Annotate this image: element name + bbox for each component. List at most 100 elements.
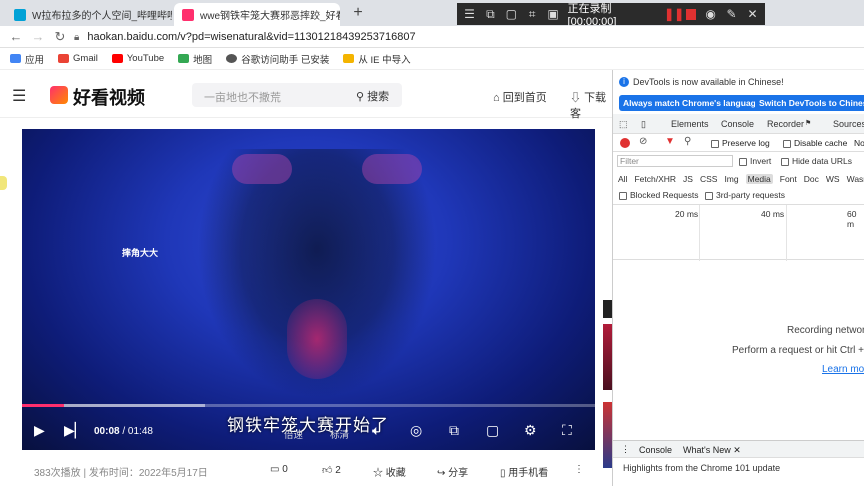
search-icon[interactable]: ⚲: [684, 136, 691, 147]
invert-checkbox[interactable]: Invert: [739, 156, 771, 166]
type-media[interactable]: Media: [745, 174, 773, 184]
throttle-select[interactable]: No: [854, 138, 864, 148]
forward-icon[interactable]: →: [30, 29, 46, 45]
bookmark-apps[interactable]: 应用: [10, 52, 44, 66]
match-language-button[interactable]: Always match Chrome's language: [619, 95, 765, 111]
list-item[interactable]: [603, 402, 612, 468]
tab-recorder[interactable]: Recorder: [767, 119, 804, 129]
close-icon[interactable]: ✕: [746, 7, 759, 21]
mouse-cursor: [0, 176, 7, 190]
browser-toolbar: ← → ↻ 🔒︎ haokan.baidu.com/v?pd=wisenatur…: [0, 26, 864, 48]
pause-icon[interactable]: ❚❚: [664, 7, 684, 21]
tab-sources[interactable]: Sources: [833, 119, 864, 129]
hide-data-urls-label: Hide data URLs: [792, 156, 853, 166]
filter-input[interactable]: Filter: [617, 155, 733, 167]
download-link[interactable]: ⇩ 下载客: [570, 89, 612, 121]
menu-icon[interactable]: ☰: [463, 7, 476, 21]
drawer-tab-console[interactable]: Console: [639, 445, 672, 455]
pen-icon[interactable]: ✎: [725, 7, 738, 21]
volume-icon[interactable]: 🔈︎: [372, 422, 380, 439]
blocked-requests-label: Blocked Requests: [630, 190, 699, 200]
more-icon[interactable]: ⋮: [574, 464, 584, 475]
share-button[interactable]: ↪ 分享: [437, 464, 468, 479]
favorite-button[interactable]: ☆ 收藏: [373, 464, 406, 479]
site-logo[interactable]: 好看视频: [73, 84, 145, 110]
haokan-icon: [182, 8, 194, 21]
duration: 01:48: [127, 426, 153, 437]
settings-icon[interactable]: ⚙: [524, 422, 537, 439]
filter-icon[interactable]: ▼: [665, 136, 675, 147]
bookmark-maps[interactable]: 地图: [178, 52, 212, 66]
video-player[interactable]: 摔角大大 钢铁牢笼大赛开始了 ▶ ▶▏ 00:08 / 01:48 倍速 标清 …: [22, 129, 595, 450]
tab-haokan[interactable]: wwe钢铁牢笼大赛邪恶摔跤_好看视频 ✕: [174, 3, 340, 26]
progress-bar[interactable]: [22, 404, 595, 407]
record-icon[interactable]: [620, 138, 630, 148]
type-font[interactable]: Font: [780, 174, 797, 184]
crop-icon[interactable]: ⌗: [526, 7, 539, 21]
type-doc[interactable]: Doc: [804, 174, 819, 184]
tab-bilibili[interactable]: W拉布拉多的个人空间_哔哩哔哩 ✕: [6, 3, 172, 26]
drawer-tab-whats-new[interactable]: What's New ✕: [683, 445, 741, 456]
home-link[interactable]: ⌂ 回到首页: [493, 89, 547, 105]
bookmark-gmail[interactable]: Gmail: [58, 53, 98, 64]
drawer-menu-icon[interactable]: ⋮: [621, 444, 630, 455]
comment-button[interactable]: ▭ 0: [270, 464, 288, 475]
window-icon[interactable]: ⧉: [484, 7, 497, 21]
learn-more-link[interactable]: Learn mor: [822, 364, 864, 375]
device-icon[interactable]: ▯: [641, 119, 646, 130]
comment-icon: ▭: [270, 464, 283, 475]
switch-chinese-button[interactable]: Switch DevTools to Chinese: [755, 95, 864, 111]
type-css[interactable]: CSS: [700, 174, 717, 184]
disable-cache-checkbox[interactable]: Disable cache: [783, 138, 847, 148]
quality-button[interactable]: 标清: [330, 427, 349, 441]
recording-status: 正在录制 [00:00:00]: [567, 3, 617, 28]
tab-console[interactable]: Console: [721, 119, 754, 129]
bookmark-label: 应用: [25, 54, 45, 66]
search-input[interactable]: 一亩地也不撒荒 ⚲ 搜索: [192, 83, 402, 107]
type-fetch[interactable]: Fetch/XHR: [634, 174, 676, 184]
record-icon[interactable]: ▣: [547, 7, 560, 21]
next-icon[interactable]: ▶▏: [64, 422, 86, 439]
like-button[interactable]: 👍︎ 2: [322, 464, 341, 476]
new-tab-button[interactable]: +: [348, 3, 368, 23]
mobile-watch-button[interactable]: ▯ 用手机看: [500, 464, 548, 479]
bookmark-import-ie[interactable]: 从 IE 中导入: [343, 52, 411, 66]
clear-icon[interactable]: ⊘: [639, 136, 647, 147]
play-icon[interactable]: ▶: [34, 422, 45, 439]
list-item[interactable]: [603, 324, 612, 390]
pip-icon[interactable]: ⧉: [449, 422, 459, 439]
reload-icon[interactable]: ↻: [52, 29, 68, 45]
type-wasm[interactable]: Wasm: [847, 174, 864, 184]
speed-button[interactable]: 倍速: [284, 427, 303, 441]
devtools-panel: i DevTools is now available in Chinese! …: [612, 70, 864, 486]
bookmark-google-helper[interactable]: 谷歌访问助手 已安装: [226, 52, 329, 66]
haokan-logo-icon[interactable]: [50, 86, 68, 104]
address-bar[interactable]: 🔒︎ haokan.baidu.com/v?pd=wisenatural&vid…: [74, 28, 764, 46]
devtools-tabs: ⬚ ▯ Elements Console Recorder ⚑ Sources: [613, 114, 864, 134]
preserve-log-checkbox[interactable]: Preserve log: [711, 138, 770, 148]
list-item[interactable]: [603, 300, 612, 318]
hide-data-urls-checkbox[interactable]: Hide data URLs: [781, 156, 852, 166]
widescreen-icon[interactable]: ▢: [486, 422, 499, 439]
lock-icon: 🔒︎: [74, 31, 80, 43]
type-js[interactable]: JS: [683, 174, 693, 184]
camera-icon[interactable]: ◉: [704, 7, 717, 21]
blocked-requests-checkbox[interactable]: Blocked Requests: [619, 190, 699, 200]
inspect-icon[interactable]: ⬚: [619, 119, 628, 130]
stop-icon[interactable]: [686, 8, 697, 20]
type-img[interactable]: Img: [724, 174, 738, 184]
third-party-checkbox[interactable]: 3rd-party requests: [705, 190, 785, 200]
folder-icon: [343, 54, 355, 63]
search-button[interactable]: ⚲ 搜索: [356, 88, 389, 104]
back-icon[interactable]: ←: [8, 29, 24, 45]
filter-row: Filter Invert Hide data URLs: [613, 152, 864, 170]
tab-elements[interactable]: Elements: [671, 119, 709, 129]
type-ws[interactable]: WS: [826, 174, 840, 184]
screenshot-icon[interactable]: ◎: [410, 422, 422, 439]
type-all[interactable]: All: [618, 174, 627, 184]
bookmark-youtube[interactable]: YouTube: [111, 53, 164, 64]
close-icon[interactable]: ✕: [733, 445, 741, 455]
menu-icon[interactable]: ☰: [12, 86, 26, 106]
region-icon[interactable]: ▢: [505, 7, 518, 21]
fullscreen-icon[interactable]: ⛶: [562, 422, 572, 439]
